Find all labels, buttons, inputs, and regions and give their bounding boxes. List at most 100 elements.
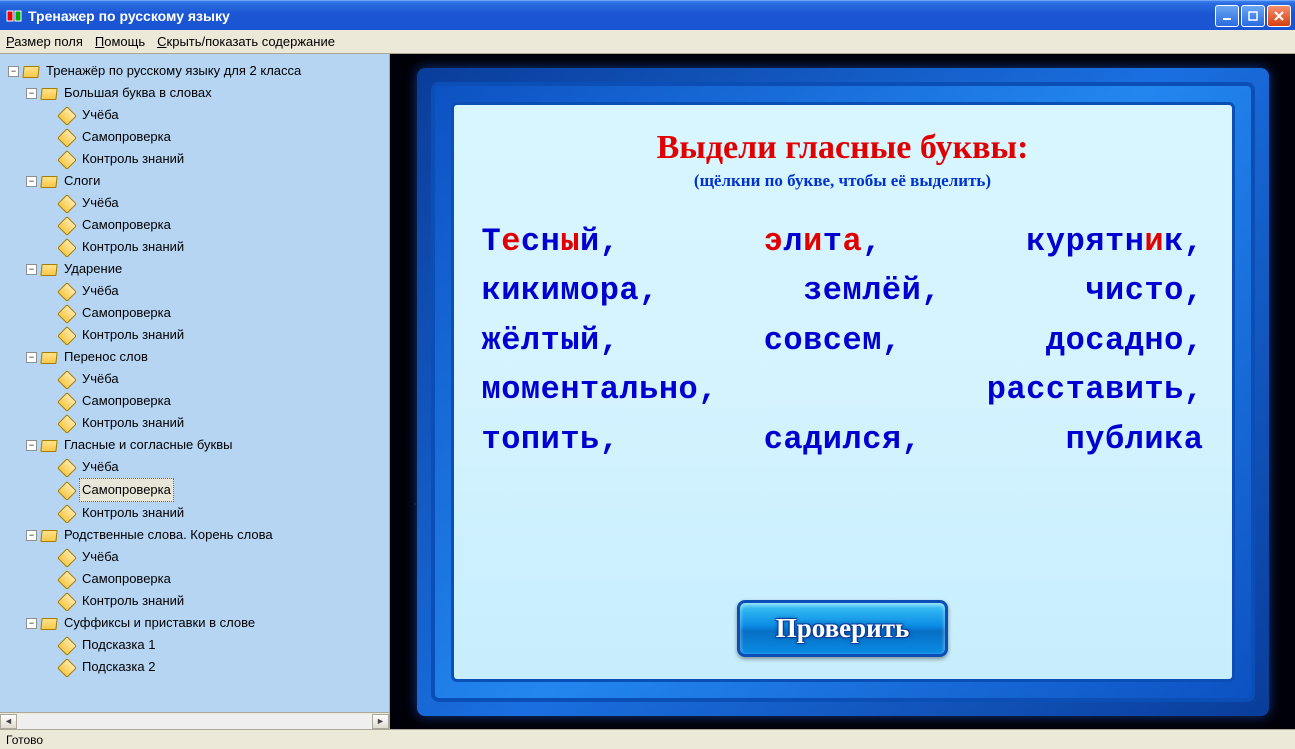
- letter[interactable]: и: [1105, 272, 1125, 309]
- letter[interactable]: и: [1144, 421, 1164, 458]
- collapse-icon[interactable]: −: [26, 530, 37, 541]
- letter[interactable]: ы: [560, 322, 580, 359]
- letter[interactable]: т: [541, 322, 561, 359]
- tree-node-label[interactable]: Контроль знаний: [79, 412, 187, 434]
- letter[interactable]: т: [1066, 371, 1086, 408]
- word[interactable]: жёлтый: [482, 322, 600, 359]
- letter[interactable]: м: [862, 322, 882, 359]
- collapse-icon[interactable]: −: [26, 176, 37, 187]
- word[interactable]: кикимора: [482, 272, 640, 309]
- letter[interactable]: л: [862, 272, 882, 309]
- letter[interactable]: к: [1164, 223, 1184, 260]
- letter[interactable]: и: [501, 272, 521, 309]
- tree-node[interactable]: Подсказка 1: [44, 634, 389, 656]
- sidebar-hscrollbar[interactable]: ◄ ►: [0, 712, 389, 729]
- letter[interactable]: а: [619, 272, 639, 309]
- letter[interactable]: а: [843, 223, 863, 260]
- letter[interactable]: м: [482, 371, 502, 408]
- tree-node-label[interactable]: Контроль знаний: [79, 324, 187, 346]
- tree-node-label[interactable]: Учёба: [79, 104, 122, 126]
- scroll-left-button[interactable]: ◄: [0, 714, 17, 729]
- tree-node-label[interactable]: Учёба: [79, 546, 122, 568]
- tree-node[interactable]: −Гласные и согласные буквы: [26, 434, 389, 456]
- letter[interactable]: д: [1125, 322, 1145, 359]
- letter[interactable]: д: [803, 421, 823, 458]
- word[interactable]: Тесный: [482, 223, 600, 260]
- letter[interactable]: р: [987, 371, 1007, 408]
- letter[interactable]: м: [521, 371, 541, 408]
- collapse-icon[interactable]: −: [26, 264, 37, 275]
- letter[interactable]: с: [764, 421, 784, 458]
- tree-node-label[interactable]: Самопроверка: [79, 568, 174, 590]
- word[interactable]: расставить: [987, 371, 1184, 408]
- letter[interactable]: к: [482, 272, 502, 309]
- letter[interactable]: к: [1164, 421, 1184, 458]
- letter[interactable]: о: [1164, 272, 1184, 309]
- tree-node[interactable]: Контроль знаний: [44, 148, 389, 170]
- letter[interactable]: и: [823, 421, 843, 458]
- letter[interactable]: ё: [501, 322, 521, 359]
- letter[interactable]: м: [560, 272, 580, 309]
- letter[interactable]: а: [1085, 371, 1105, 408]
- letter[interactable]: и: [541, 421, 561, 458]
- tree-node-label[interactable]: Учёба: [79, 456, 122, 478]
- letter[interactable]: с: [764, 322, 784, 359]
- collapse-icon[interactable]: −: [26, 618, 37, 629]
- tree-node[interactable]: − Родственные слова. Корень слова: [26, 524, 389, 546]
- letter[interactable]: е: [843, 322, 863, 359]
- letter[interactable]: к: [521, 272, 541, 309]
- letter[interactable]: т: [1144, 272, 1164, 309]
- letter[interactable]: н: [1144, 322, 1164, 359]
- tree-node[interactable]: Самопроверка: [44, 390, 389, 412]
- tree-node[interactable]: Самопроверка: [44, 568, 389, 590]
- tree-node[interactable]: −Перенос слов: [26, 346, 389, 368]
- letter[interactable]: л: [783, 223, 803, 260]
- collapse-icon[interactable]: −: [26, 352, 37, 363]
- word[interactable]: досадно: [1046, 322, 1184, 359]
- tree-node-label[interactable]: Контроль знаний: [79, 502, 187, 524]
- tree-node-label[interactable]: Подсказка 1: [79, 634, 158, 656]
- tree-node[interactable]: Самопроверка: [44, 126, 389, 148]
- letter[interactable]: а: [600, 371, 620, 408]
- letter[interactable]: й: [580, 223, 600, 260]
- tree-node[interactable]: Контроль знаний: [44, 590, 389, 612]
- tree-node-label[interactable]: Учёба: [79, 192, 122, 214]
- letter[interactable]: ы: [560, 223, 580, 260]
- letter[interactable]: а: [1105, 322, 1125, 359]
- tree-node-label[interactable]: Большая буква в словах: [61, 82, 215, 104]
- tree-node[interactable]: Учёба: [44, 104, 389, 126]
- tree-node[interactable]: Учёба: [44, 456, 389, 478]
- letter[interactable]: б: [1105, 421, 1125, 458]
- letter[interactable]: е: [501, 223, 521, 260]
- letter[interactable]: в: [803, 322, 823, 359]
- letter[interactable]: у: [1085, 421, 1105, 458]
- letter[interactable]: н: [1125, 223, 1145, 260]
- letter[interactable]: э: [764, 223, 784, 260]
- letter[interactable]: о: [1066, 322, 1086, 359]
- letter[interactable]: у: [1046, 223, 1066, 260]
- collapse-icon[interactable]: −: [26, 88, 37, 99]
- word[interactable]: элита: [764, 223, 863, 260]
- letter[interactable]: и: [1125, 371, 1145, 408]
- tree-node-label[interactable]: Самопроверка: [79, 214, 174, 236]
- letter[interactable]: с: [862, 421, 882, 458]
- collapse-icon[interactable]: −: [26, 440, 37, 451]
- tree-node[interactable]: Контроль знаний: [44, 236, 389, 258]
- letter[interactable]: е: [541, 371, 561, 408]
- tree-node-label[interactable]: Родственные слова. Корень слова: [61, 524, 276, 546]
- word[interactable]: совсем: [764, 322, 882, 359]
- letter[interactable]: р: [600, 272, 620, 309]
- letter[interactable]: п: [521, 421, 541, 458]
- letter[interactable]: м: [843, 272, 863, 309]
- letter[interactable]: н: [541, 223, 561, 260]
- letter[interactable]: с: [521, 223, 541, 260]
- letter[interactable]: о: [580, 272, 600, 309]
- letter[interactable]: с: [823, 322, 843, 359]
- letter[interactable]: Т: [482, 223, 502, 260]
- word[interactable]: топить: [482, 421, 600, 458]
- tree-node[interactable]: Контроль знаний: [44, 502, 389, 524]
- tree-node[interactable]: −Ударение: [26, 258, 389, 280]
- letter[interactable]: й: [580, 322, 600, 359]
- tree-node[interactable]: Учёба: [44, 280, 389, 302]
- letter[interactable]: ь: [580, 421, 600, 458]
